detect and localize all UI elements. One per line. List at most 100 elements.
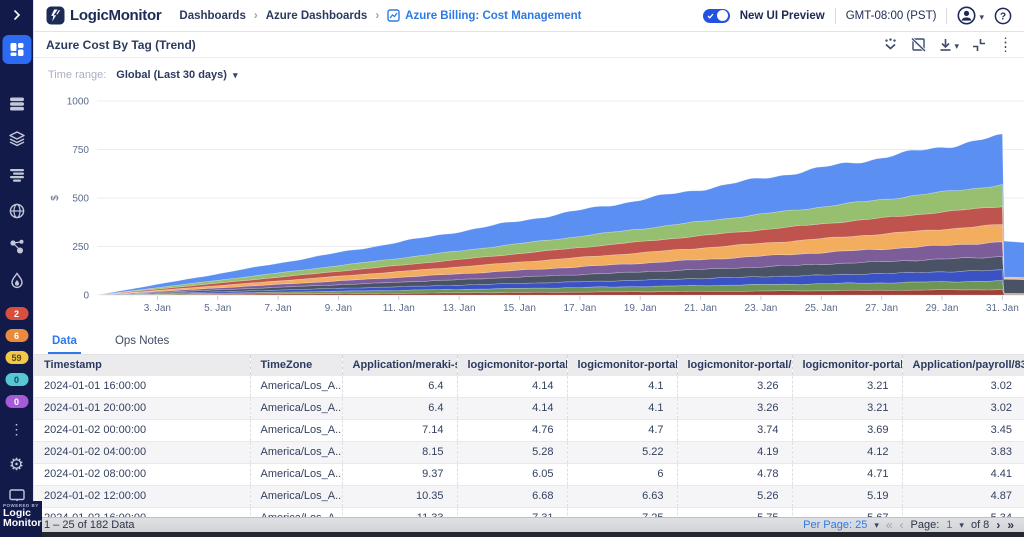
tab-ops-notes[interactable]: Ops Notes xyxy=(111,329,173,354)
table-header-row: Timestamp TimeZone Application/meraki-si… xyxy=(34,355,1024,375)
cell-value: 11.33 xyxy=(342,507,457,517)
collapse-widget-icon[interactable] xyxy=(972,38,986,52)
alert-badge-error[interactable]: 6 xyxy=(5,329,28,342)
divider xyxy=(835,8,836,24)
dashboards-icon xyxy=(2,35,31,64)
svg-text:750: 750 xyxy=(72,145,89,156)
caret-down-icon[interactable] xyxy=(874,519,879,531)
cell-value: 6.63 xyxy=(567,485,677,507)
cell-value: 5.67 xyxy=(792,507,902,517)
breadcrumb-azure-dashboards[interactable]: Azure Dashboards xyxy=(266,10,368,22)
ops-notes-disabled-icon[interactable] xyxy=(911,37,926,52)
table-row[interactable]: 2024-01-02 00:00:00America/Los_A...7.144… xyxy=(34,419,1024,441)
data-table-container[interactable]: Timestamp TimeZone Application/meraki-si… xyxy=(34,355,1024,517)
expand-sidebar-icon[interactable] xyxy=(11,9,23,21)
alert-count: 6 xyxy=(14,331,19,341)
top-bar: LogicMonitor Dashboards › Azure Dashboar… xyxy=(34,0,1024,32)
cell-value: 3.69 xyxy=(792,419,902,441)
next-page-icon[interactable] xyxy=(996,519,1000,531)
svg-text:11. Jan: 11. Jan xyxy=(383,303,415,314)
sidebar-item-alerts[interactable] xyxy=(8,272,26,290)
cell-value: 5.28 xyxy=(457,441,567,463)
data-table-body: 2024-01-01 16:00:00America/Los_A...6.44.… xyxy=(34,375,1024,517)
page-label: Page: xyxy=(911,519,940,531)
caret-down-icon xyxy=(954,36,959,54)
toggle-check-icon xyxy=(707,13,714,19)
cell-timestamp: 2024-01-02 00:00:00 xyxy=(34,419,250,441)
cell-value: 6.4 xyxy=(342,397,457,419)
logicmonitor-logo[interactable]: LogicMonitor xyxy=(46,6,161,25)
svg-text:25. Jan: 25. Jan xyxy=(805,303,838,314)
cell-value: 3.02 xyxy=(902,375,1024,397)
user-menu[interactable] xyxy=(957,6,984,25)
cell-timestamp: 2024-01-02 12:00:00 xyxy=(34,485,250,507)
cell-value: 5.19 xyxy=(792,485,902,507)
alert-badge-info[interactable]: 0 xyxy=(5,373,28,386)
cell-value: 4.12 xyxy=(792,441,902,463)
table-row[interactable]: 2024-01-01 16:00:00America/Los_A...6.44.… xyxy=(34,375,1024,397)
sidebar-item-dashboards[interactable] xyxy=(2,35,31,64)
alert-badge-warning[interactable]: 59 xyxy=(5,351,28,364)
tab-data[interactable]: Data xyxy=(48,329,81,354)
table-row[interactable]: 2024-01-01 20:00:00America/Los_A...6.44.… xyxy=(34,397,1024,419)
current-page-select[interactable]: 1 xyxy=(946,519,952,531)
cell-timezone: America/Los_A... xyxy=(250,419,342,441)
total-pages-text: of 8 xyxy=(971,519,989,531)
breadcrumb-dashboards[interactable]: Dashboards xyxy=(179,10,245,22)
col-portal-bcsy[interactable]: logicmonitor-portal/bcsy xyxy=(677,355,792,375)
settings-gear-icon[interactable]: ⚙ xyxy=(9,455,24,475)
cell-timezone: America/Los_A... xyxy=(250,441,342,463)
download-button[interactable] xyxy=(939,36,959,54)
svg-text:7. Jan: 7. Jan xyxy=(264,303,291,314)
col-portal-wbs[interactable]: logicmonitor-portal/wbs xyxy=(792,355,902,375)
last-page-icon[interactable] xyxy=(1007,519,1014,531)
previous-page-icon[interactable] xyxy=(900,519,904,531)
cell-value: 4.41 xyxy=(902,463,1024,485)
logicmonitor-logo-icon xyxy=(46,6,65,25)
new-ui-preview-toggle[interactable] xyxy=(703,9,730,23)
table-row[interactable]: 2024-01-02 16:00:00America/Los_A...11.33… xyxy=(34,507,1024,517)
sidebar-more-options-icon[interactable]: ⋮ xyxy=(10,427,24,432)
window-bottom-edge xyxy=(34,532,1024,537)
caret-down-icon[interactable] xyxy=(959,519,964,531)
sidebar-item-resources[interactable] xyxy=(8,95,26,113)
col-portal-dem[interactable]: logicmonitor-portal/dem xyxy=(457,355,567,375)
download-icon xyxy=(939,38,952,52)
cell-value: 6.4 xyxy=(342,375,457,397)
sidebar-item-logs[interactable] xyxy=(8,166,26,184)
breadcrumb-current-dashboard[interactable]: Azure Billing: Cost Management xyxy=(387,9,581,22)
col-timezone[interactable]: TimeZone xyxy=(250,355,342,375)
stacked-area-chart[interactable]: 02505007501000$3. Jan5. Jan7. Jan9. Jan1… xyxy=(34,92,1024,329)
new-ui-preview-label: New UI Preview xyxy=(740,10,825,22)
alert-badge-other[interactable]: 0 xyxy=(5,395,28,408)
timezone-display[interactable]: GMT-08:00 (PST) xyxy=(846,10,937,22)
first-page-icon[interactable] xyxy=(886,519,893,531)
per-page-select[interactable]: Per Page: 25 xyxy=(803,519,867,531)
widget-more-menu-icon[interactable]: ⋮⋮ xyxy=(999,41,1012,49)
cell-value: 3.21 xyxy=(792,397,902,419)
col-portal-shar[interactable]: logicmonitor-portal/shar xyxy=(567,355,677,375)
help-icon[interactable]: ? xyxy=(994,7,1012,25)
table-row[interactable]: 2024-01-02 12:00:00America/Los_A...10.35… xyxy=(34,485,1024,507)
sidebar-item-topology[interactable] xyxy=(8,238,26,256)
table-row[interactable]: 2024-01-02 04:00:00America/Los_A...8.155… xyxy=(34,441,1024,463)
time-range-select[interactable]: Global (Last 30 days) xyxy=(116,69,237,81)
modules-icon xyxy=(8,130,26,148)
cell-value: 4.71 xyxy=(792,463,902,485)
sidebar-item-modules[interactable] xyxy=(8,130,26,148)
sidebar-item-websites[interactable] xyxy=(8,202,26,220)
svg-text:9. Jan: 9. Jan xyxy=(325,303,352,314)
forecast-icon[interactable] xyxy=(883,38,898,51)
topology-icon xyxy=(8,238,26,256)
table-row[interactable]: 2024-01-02 08:00:00America/Los_A...9.376… xyxy=(34,463,1024,485)
cell-value: 4.19 xyxy=(677,441,792,463)
cell-value: 5.34 xyxy=(902,507,1024,517)
cell-timezone: America/Los_A... xyxy=(250,397,342,419)
svg-text:3. Jan: 3. Jan xyxy=(144,303,171,314)
alert-badge-critical[interactable]: 2 xyxy=(5,307,28,320)
col-meraki-simu[interactable]: Application/meraki-simu xyxy=(342,355,457,375)
svg-text:250: 250 xyxy=(72,242,89,253)
cell-value: 3.26 xyxy=(677,375,792,397)
col-payroll-8303[interactable]: Application/payroll/8303 xyxy=(902,355,1024,375)
col-timestamp[interactable]: Timestamp xyxy=(34,355,250,375)
